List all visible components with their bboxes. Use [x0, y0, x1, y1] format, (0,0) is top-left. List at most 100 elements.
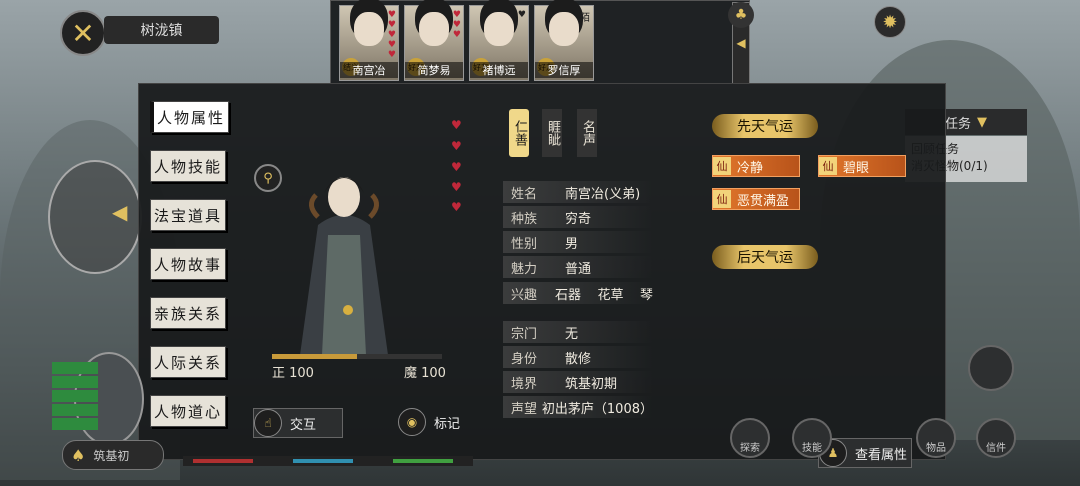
trait-green-eyes[interactable]: 仙 碧眼	[818, 155, 906, 177]
portrait-name: 罗信厚	[535, 62, 593, 78]
attr-key: 身份	[511, 351, 538, 367]
attr-value: 普通	[565, 261, 592, 277]
mark-label: 标记	[434, 416, 461, 432]
hp-bar	[193, 459, 253, 463]
attr-key: 种族	[511, 211, 538, 227]
search-icon[interactable]: ⚲	[254, 164, 282, 192]
attr-key: 魅力	[511, 261, 538, 277]
mp-bar	[293, 459, 353, 463]
heart-icon: ♥	[451, 118, 462, 132]
portrait-tile[interactable]: ♥ 好友 褚博远	[469, 5, 529, 81]
portrait-tile[interactable]: ♥♥♥♥♥ 结义 南宫冶	[339, 5, 399, 81]
attr-value: 初出茅庐（1008）	[541, 401, 653, 417]
letters-label: 信件	[986, 443, 1006, 454]
eye-icon: ◉	[398, 408, 426, 436]
attr-value: 南宫冶(义弟)	[565, 186, 641, 202]
mark-button[interactable]: ◉ 标记	[398, 408, 464, 436]
zheng-label: 正 100	[272, 366, 314, 381]
attr-row-gender: 性别 男	[503, 231, 653, 253]
portrait-tile[interactable]: ♥♥♥ 好友 简梦易	[404, 5, 464, 81]
attr-row-interests: 兴趣 石器 花草 琴	[503, 282, 653, 304]
player-realm-badge: ♠ 筑基初	[62, 440, 164, 470]
view-attributes-button[interactable]: ♟ 查看属性	[818, 438, 912, 468]
trait-label: 碧眼	[843, 160, 870, 176]
immortal-icon: 仙	[713, 157, 731, 175]
left-joystick-ring[interactable]	[48, 160, 142, 274]
attr-key: 宗门	[511, 326, 538, 342]
attr-row-realm: 境界 筑基初期	[503, 371, 653, 393]
interact-label: 交互	[290, 417, 317, 433]
left-joystick-arrow[interactable]: ◀	[112, 200, 127, 224]
gourd-icon: ♠	[71, 445, 86, 465]
avatar	[419, 12, 449, 46]
avatar	[354, 12, 384, 46]
mo-label: 魔 100	[404, 366, 446, 381]
attr-value: 散修	[565, 351, 592, 367]
attr-row-race: 种族 穷奇	[503, 206, 653, 228]
portrait-bar: ♥♥♥♥♥ 结义 南宫冶 ♥♥♥ 好友 简梦易 ♥ 好友 褚博远 陌 好友 罗信…	[330, 0, 750, 84]
sidebar-item-social[interactable]: 人际关系	[150, 346, 226, 378]
attr-key: 境界	[511, 376, 538, 392]
interact-button[interactable]: ☝ 交互	[253, 408, 343, 438]
attr-row-name: 姓名 南宫冶(义弟)	[503, 181, 653, 203]
attr-row-charm: 魅力 普通	[503, 256, 653, 278]
attr-value: 石器 花草 琴	[554, 287, 653, 303]
avatar	[549, 12, 579, 46]
tab-grudge[interactable]: 睚眦	[542, 109, 562, 157]
sidebar-item-family[interactable]: 亲族关系	[150, 297, 226, 329]
attr-key: 声望	[511, 401, 538, 417]
player-realm-label: 筑基初	[93, 448, 130, 463]
gear-icon[interactable]: ✹	[874, 6, 906, 38]
attr-key: 性别	[511, 236, 538, 252]
trait-label: 冷静	[737, 160, 764, 176]
tab-reputation[interactable]: 名声	[577, 109, 597, 157]
trait-wicked[interactable]: 仙 恶贯满盈	[712, 188, 800, 210]
sidebar-item-skills[interactable]: 人物技能	[150, 150, 226, 182]
acquired-fortune-title: 后天气运	[712, 245, 818, 269]
sidebar-item-attributes[interactable]: 人物属性	[150, 101, 229, 133]
innate-fortune-title: 先天气运	[712, 114, 818, 138]
alignment-fill	[272, 354, 357, 359]
heart-icon: ♥	[451, 139, 462, 153]
attr-key: 兴趣	[511, 287, 538, 303]
explore-label: 探索	[740, 443, 760, 454]
stranger-mark: 陌	[580, 13, 590, 24]
location-title: 树泷镇	[104, 16, 219, 44]
attr-value: 穷奇	[565, 211, 592, 227]
view-attributes-label: 查看属性	[855, 447, 908, 463]
status-strip	[183, 456, 473, 466]
attr-row-renown: 声望 初出茅庐（1008）	[503, 396, 653, 418]
skills-icon[interactable]: 技能	[792, 418, 832, 458]
explore-icon[interactable]: 探索	[730, 418, 770, 458]
close-icon[interactable]: ✕	[60, 10, 106, 56]
portrait-name: 南宫冶	[340, 62, 398, 78]
tab-benevolence[interactable]: 仁善	[509, 109, 529, 157]
sidebar-item-items[interactable]: 法宝道具	[150, 199, 226, 231]
items-icon[interactable]: 物品	[916, 418, 956, 458]
avatar	[484, 12, 514, 46]
portrait-name: 简梦易	[405, 62, 463, 78]
immortal-icon: 仙	[819, 157, 837, 175]
trait-calm[interactable]: 仙 冷静	[712, 155, 800, 177]
portrait-tile[interactable]: 陌 好友 罗信厚	[534, 5, 594, 81]
buff-tags	[52, 362, 98, 432]
heart-icon: ♥	[517, 10, 526, 20]
map-icon[interactable]	[968, 345, 1014, 391]
attr-value: 无	[565, 326, 579, 342]
alignment-bar	[272, 354, 442, 359]
letters-icon[interactable]: 信件	[976, 418, 1016, 458]
heart-icon: ♥ ♥ ♥	[452, 10, 461, 40]
sidebar-item-story[interactable]: 人物故事	[150, 248, 226, 280]
attr-row-sect: 宗门 无	[503, 321, 653, 343]
attr-value: 男	[565, 236, 579, 252]
task-header-label: 任务	[944, 116, 971, 132]
sp-bar	[393, 459, 453, 463]
skills-label: 技能	[802, 443, 822, 454]
character-portrait	[300, 177, 388, 355]
heart-icon: ♥	[451, 180, 462, 194]
attr-key: 姓名	[511, 186, 538, 202]
attr-row-status: 身份 散修	[503, 346, 653, 368]
tree-icon[interactable]: ♣	[728, 2, 754, 28]
sidebar-item-dao-heart[interactable]: 人物道心	[150, 395, 226, 427]
attr-value: 筑基初期	[565, 376, 618, 392]
